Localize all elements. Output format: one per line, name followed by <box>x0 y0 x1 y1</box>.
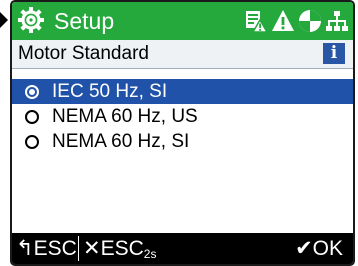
title-bar: Setup <box>12 2 353 40</box>
parameter-title: Motor Standard <box>18 43 149 64</box>
softkey-divider <box>78 236 79 261</box>
radio-selected-icon <box>25 85 39 99</box>
warning-icon <box>272 10 294 31</box>
document-warning-icon <box>246 11 268 33</box>
gear-icon <box>18 7 44 33</box>
page-title: Setup <box>54 8 115 34</box>
option-nema-60hz-si[interactable]: NEMA 60 Hz, SI <box>12 129 353 154</box>
cancel-esc-label: ✕ESC <box>83 237 144 260</box>
hold-duration-label: 2s <box>143 247 157 261</box>
parameter-header: Motor Standard i <box>12 40 353 69</box>
option-list: IEC 50 Hz, SI NEMA 60 Hz, US NEMA 60 Hz,… <box>12 79 353 154</box>
hand-mode-icon <box>299 10 321 32</box>
cancel-esc-long-softkey[interactable]: ✕ESC2s <box>83 233 156 264</box>
option-label: NEMA 60 Hz, US <box>52 106 198 127</box>
display-panel: Setup Motor Standard i IEC 50 Hz, SI NEM… <box>10 0 355 266</box>
network-tree-icon <box>326 11 348 31</box>
option-nema-60hz-us[interactable]: NEMA 60 Hz, US <box>12 104 353 129</box>
option-label: NEMA 60 Hz, SI <box>52 131 190 152</box>
back-esc-softkey[interactable]: ↰ESC <box>16 233 77 264</box>
focus-pointer <box>0 12 8 28</box>
softkey-bar: ↰ESC ✕ESC2s ✔OK <box>12 233 353 264</box>
option-iec-50hz-si[interactable]: IEC 50 Hz, SI <box>12 79 353 104</box>
status-icons <box>244 8 349 34</box>
ok-softkey[interactable]: ✔OK <box>295 233 343 264</box>
option-label: IEC 50 Hz, SI <box>52 81 168 102</box>
info-icon[interactable]: i <box>323 43 345 64</box>
radio-empty-icon <box>25 110 39 124</box>
radio-empty-icon <box>25 135 39 149</box>
